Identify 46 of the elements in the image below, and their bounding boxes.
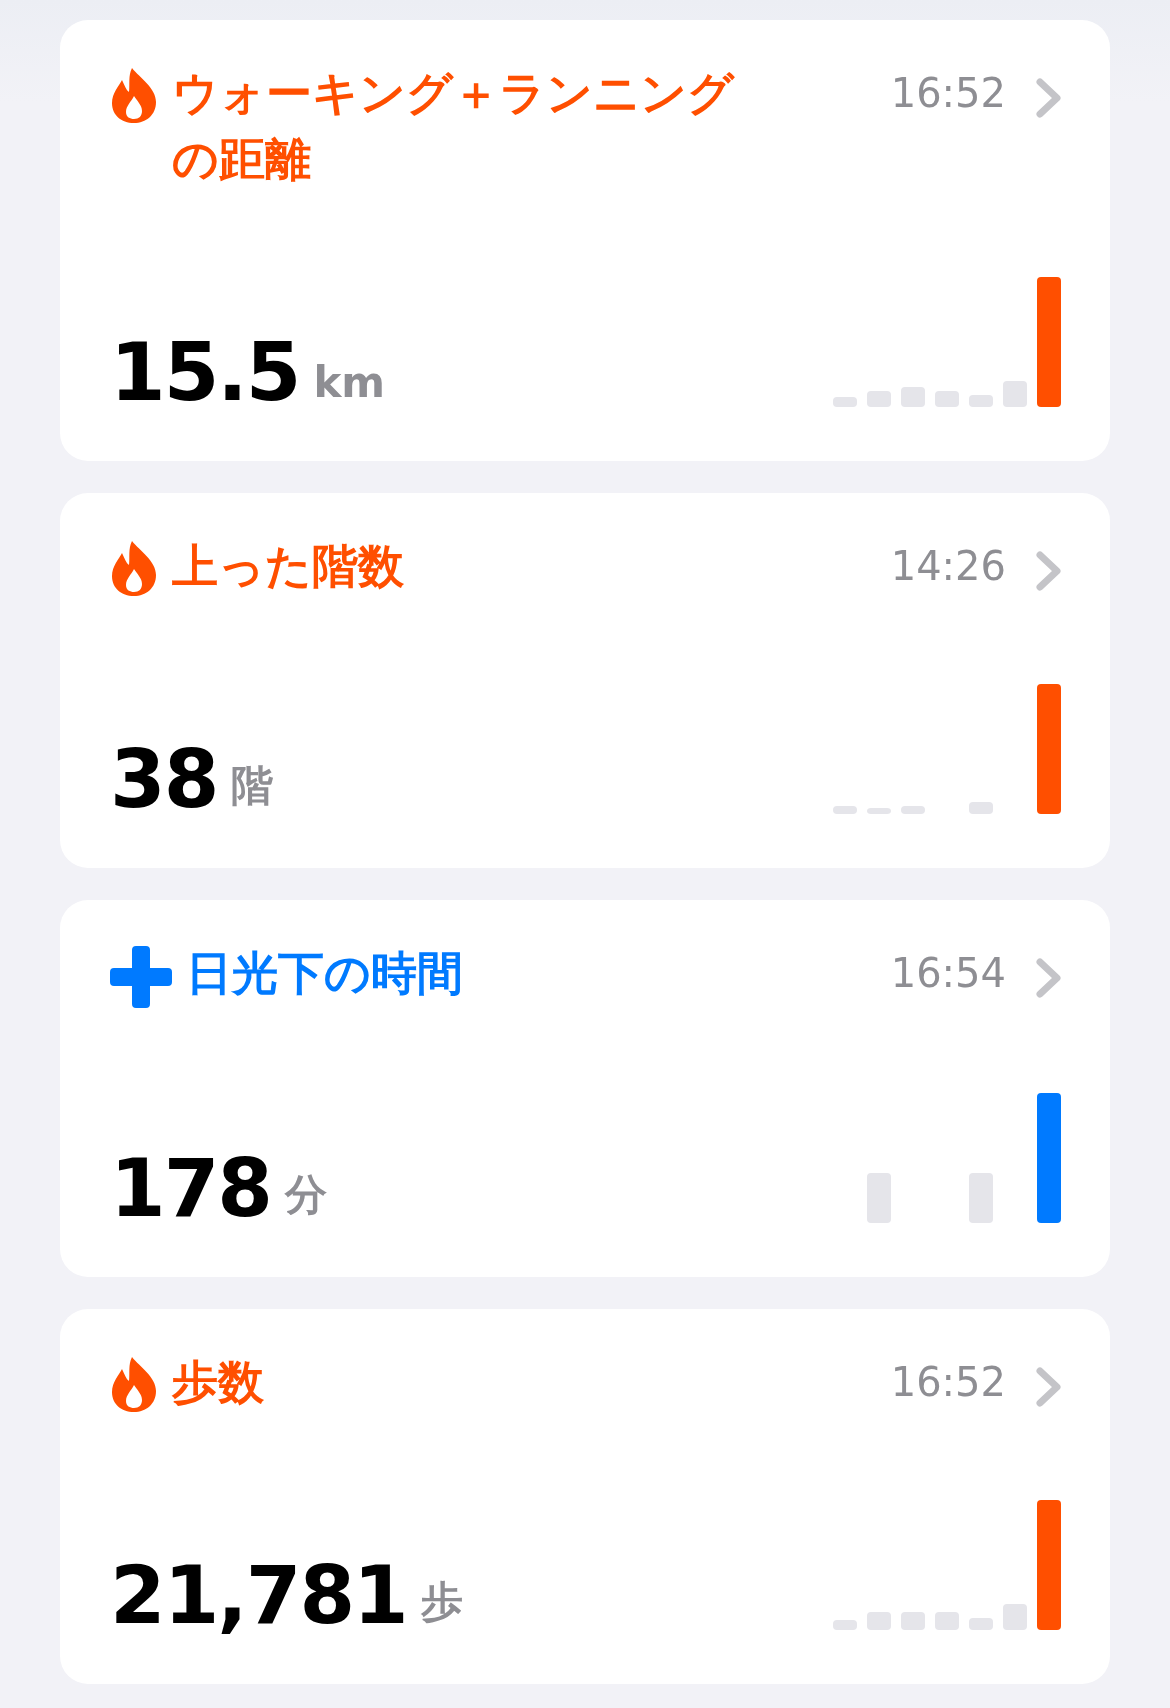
chevron-icon xyxy=(1036,1367,1062,1407)
chart-bar xyxy=(969,1618,993,1630)
chart-bar xyxy=(833,1620,857,1630)
flame-icon xyxy=(110,1355,158,1413)
chart-bar xyxy=(935,391,959,407)
chart-bar xyxy=(969,1173,993,1223)
summary-card[interactable]: 歩数 16:52 21,781 歩 xyxy=(60,1309,1110,1684)
chart-bar xyxy=(969,395,993,407)
chart-bar xyxy=(833,806,857,814)
card-title: 上った階数 xyxy=(172,538,404,595)
chevron-icon xyxy=(1036,78,1062,118)
time-label: 16:52 xyxy=(890,69,1006,118)
card-title: 歩数 xyxy=(172,1354,264,1411)
chart-bar xyxy=(935,1612,959,1630)
flame-icon xyxy=(110,539,158,597)
unit-label: 歩 xyxy=(420,1576,463,1628)
unit-label: 分 xyxy=(285,1169,327,1221)
chart-bar xyxy=(867,1173,891,1223)
chevron-icon xyxy=(1036,958,1062,998)
metric-value: 15.5 xyxy=(110,333,300,413)
unit-label: 階 xyxy=(231,760,274,812)
chart-bar xyxy=(833,397,857,407)
flame-icon xyxy=(110,66,158,124)
chart-bar xyxy=(1003,1604,1027,1630)
metric-value: 21,781 xyxy=(110,1556,407,1636)
card-title: ウォーキング＋ランニングの距離 xyxy=(172,65,736,188)
time-label: 16:52 xyxy=(890,1358,1006,1407)
chart-bar xyxy=(867,808,891,814)
summary-card[interactable]: ウォーキング＋ランニングの距離 16:52 15.5 km xyxy=(60,20,1110,461)
chevron-icon xyxy=(1036,551,1062,591)
time-label: 14:26 xyxy=(890,542,1006,591)
chart-bar xyxy=(901,387,925,407)
chart-bar xyxy=(901,1612,925,1630)
summary-card[interactable]: 日光下の時間 16:54 178 分 xyxy=(60,900,1110,1277)
summary-card[interactable]: 上った階数 14:26 38 階 xyxy=(60,493,1110,868)
chart-bar xyxy=(867,1612,891,1630)
chart-bar xyxy=(969,802,993,814)
time-label: 16:54 xyxy=(890,949,1006,998)
card-title: 日光下の時間 xyxy=(186,945,463,1002)
plus-icon xyxy=(110,946,172,1008)
chart-bar xyxy=(901,806,925,814)
chart-bar xyxy=(867,391,891,407)
chart-bar xyxy=(1003,381,1027,407)
unit-label: km xyxy=(313,358,386,407)
metric-value: 178 xyxy=(110,1149,271,1229)
metric-value: 38 xyxy=(110,740,218,820)
